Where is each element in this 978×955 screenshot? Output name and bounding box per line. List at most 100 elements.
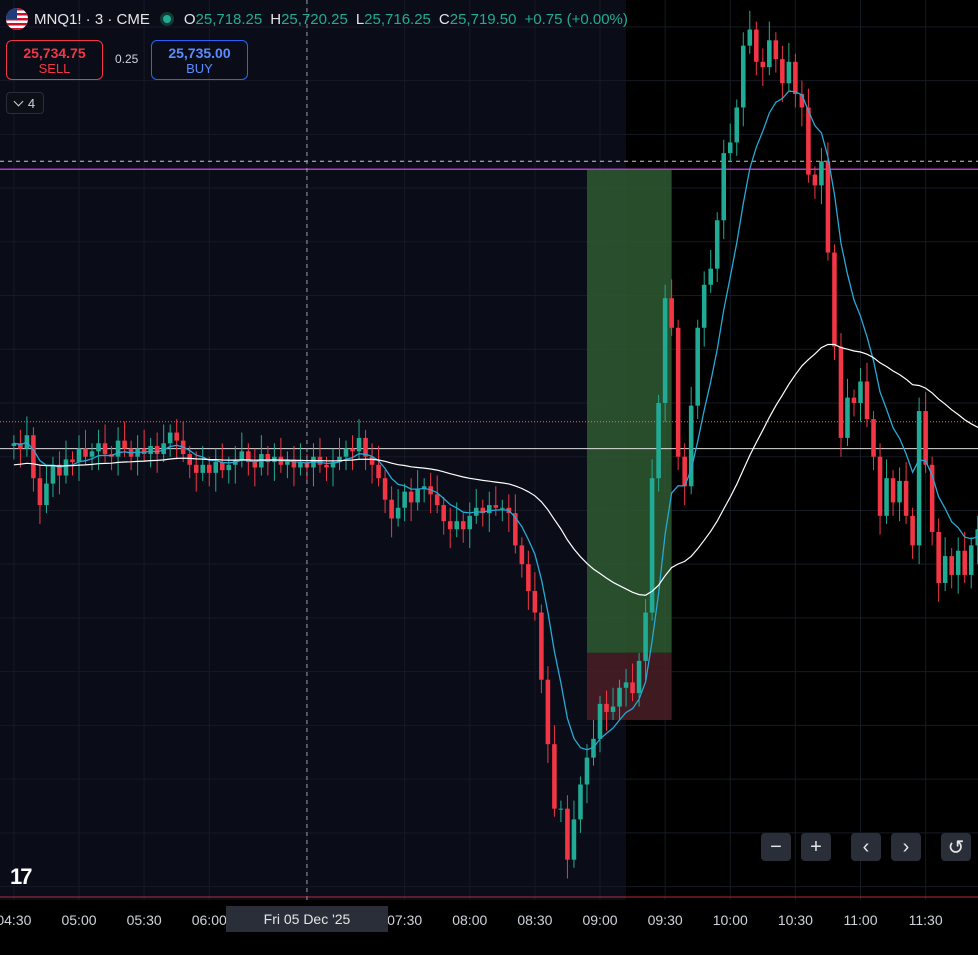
candle-body xyxy=(636,660,642,694)
candle-body xyxy=(851,397,857,403)
time-axis-label: 09:00 xyxy=(582,912,618,928)
time-axis-label: 10:00 xyxy=(712,912,748,928)
candle-body xyxy=(923,411,928,465)
candle-body xyxy=(343,448,349,457)
scroll-left-button[interactable]: ‹ xyxy=(851,833,881,861)
open-key: O xyxy=(183,10,196,28)
high-key: H xyxy=(270,10,282,28)
low-value: 25,716.25 xyxy=(364,10,431,28)
scroll-right-button[interactable]: › xyxy=(891,833,921,861)
candle-body xyxy=(584,757,590,785)
time-axis-label: 04:30 xyxy=(0,912,32,928)
candle-body xyxy=(50,464,56,484)
candle-body xyxy=(460,521,466,530)
buy-button[interactable]: 25,735.00 BUY xyxy=(151,40,248,80)
time-axis-label: 05:00 xyxy=(61,912,97,928)
candle-body xyxy=(864,381,870,420)
buy-price: 25,735.00 xyxy=(168,45,231,61)
quantity-value: 4 xyxy=(27,95,36,111)
reset-chart-button[interactable]: ↺ xyxy=(941,833,971,861)
candle-body xyxy=(884,478,889,516)
candle-body xyxy=(773,40,779,60)
price-chart[interactable] xyxy=(0,0,978,950)
candle-body xyxy=(356,437,362,452)
candle-body xyxy=(226,464,232,471)
candle-body xyxy=(942,556,948,583)
zoom-out-button[interactable]: − xyxy=(761,833,791,861)
candle-body xyxy=(897,480,902,503)
tradingview-logo[interactable]: 17 xyxy=(10,864,33,890)
low-key: L xyxy=(355,10,365,28)
spread-value: 0.25 xyxy=(115,52,139,66)
us-flag-icon xyxy=(6,8,28,30)
candle-body xyxy=(154,445,160,455)
chevron-down-icon xyxy=(13,96,24,106)
candle-body xyxy=(565,808,570,860)
sell-label: SELL xyxy=(38,61,71,76)
candle-body xyxy=(447,521,453,530)
sell-button[interactable]: 25,734.75 SELL xyxy=(6,40,103,80)
time-axis-label: 06:00 xyxy=(191,912,227,928)
candle-body xyxy=(643,612,648,661)
candle-body xyxy=(148,445,153,455)
candle-body xyxy=(519,545,525,565)
candle-body xyxy=(63,459,69,476)
candle-body xyxy=(252,462,258,468)
candle-body xyxy=(526,564,531,592)
symbol-title[interactable]: MNQ1! · 3 · CME xyxy=(34,11,150,28)
candle-body xyxy=(727,142,733,154)
candle-body xyxy=(877,456,883,516)
candle-body xyxy=(656,402,661,479)
candle-body xyxy=(623,682,629,688)
candle-body xyxy=(206,464,212,473)
candle-body xyxy=(324,464,329,468)
candle-body xyxy=(962,550,967,575)
candle-body xyxy=(812,174,818,186)
time-axis-label: 11:30 xyxy=(908,912,943,928)
candle-body xyxy=(402,491,407,508)
candle-body xyxy=(747,29,753,46)
candle-body xyxy=(825,161,831,253)
candle-body xyxy=(760,61,766,68)
close-value: 25,719.50 xyxy=(449,10,517,28)
candle-body xyxy=(31,435,36,479)
candle-body xyxy=(532,591,538,613)
quantity-selector[interactable]: 4 xyxy=(6,92,44,114)
candle-body xyxy=(571,819,577,860)
candle-body xyxy=(734,107,740,143)
time-axis-label: 08:00 xyxy=(452,912,488,928)
candle-body xyxy=(389,499,394,519)
buy-label: BUY xyxy=(186,61,213,76)
candle-body xyxy=(695,327,700,406)
candle-body xyxy=(350,448,355,452)
zoom-in-button[interactable]: + xyxy=(801,833,831,861)
candle-body xyxy=(949,556,954,575)
candle-body xyxy=(845,397,850,438)
candle-body xyxy=(44,483,49,506)
candle-body xyxy=(187,454,192,465)
candle-body xyxy=(630,682,635,694)
candle-body xyxy=(193,464,199,473)
chart-area[interactable] xyxy=(0,0,978,950)
candle-body xyxy=(239,451,245,460)
close-key: C xyxy=(438,10,450,28)
candle-body xyxy=(610,706,616,712)
candle-body xyxy=(102,443,108,455)
candle-body xyxy=(701,284,707,328)
candle-body xyxy=(819,161,824,186)
candle-body xyxy=(793,61,798,95)
candle-body xyxy=(376,464,381,479)
candle-body xyxy=(96,443,101,452)
candle-body xyxy=(617,687,622,707)
candle-body xyxy=(871,419,876,457)
candle-body xyxy=(167,432,173,444)
market-status-icon xyxy=(159,12,174,26)
candle-body xyxy=(493,505,499,508)
candle-body xyxy=(806,107,811,175)
time-axis-label: 08:30 xyxy=(517,912,553,928)
candle-body xyxy=(786,61,792,84)
high-value: 25,720.25 xyxy=(281,10,348,28)
candle-body xyxy=(662,298,668,403)
candle-body xyxy=(780,59,785,84)
candle-body xyxy=(832,252,837,347)
